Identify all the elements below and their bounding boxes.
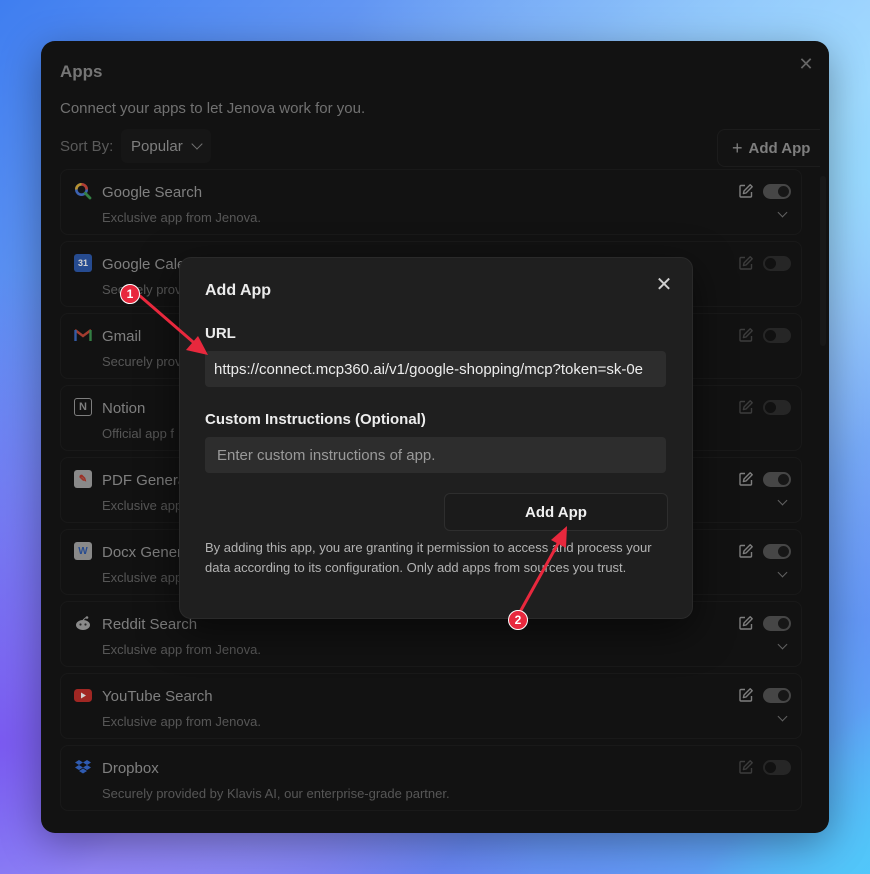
url-input[interactable] — [205, 351, 666, 387]
annotation-badge-1: 1 — [120, 284, 140, 304]
annotation-badge-2: 2 — [508, 610, 528, 630]
url-label: URL — [205, 325, 236, 342]
add-app-submit-button[interactable]: Add App — [444, 493, 668, 531]
dialog-title: Add App — [205, 282, 272, 299]
custom-instructions-label: Custom Instructions (Optional) — [205, 411, 426, 428]
custom-instructions-input[interactable] — [205, 437, 666, 473]
close-icon[interactable]: ✕ — [654, 275, 674, 295]
add-app-dialog: Add App ✕ URL Custom Instructions (Optio… — [179, 257, 693, 619]
permission-disclaimer: By adding this app, you are granting it … — [205, 540, 652, 575]
